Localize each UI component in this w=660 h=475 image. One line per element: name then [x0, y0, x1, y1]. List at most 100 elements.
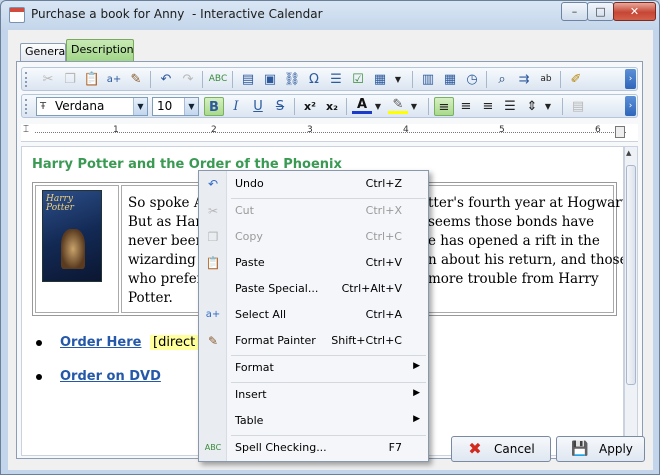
submenu-arrow-icon: ▶ [413, 388, 420, 398]
toolbar-overflow-icon[interactable]: › [625, 96, 636, 116]
subscript-button[interactable]: x₂ [322, 97, 342, 116]
format-painter-icon: ✎ [207, 334, 219, 348]
book-cover-title: Harry Potter [46, 194, 74, 213]
insert-checkbox-icon[interactable]: ☑ [348, 70, 368, 89]
cancel-label: Cancel [494, 442, 535, 456]
bold-button[interactable]: B [204, 97, 224, 116]
order-here-link[interactable]: Order Here [60, 335, 141, 350]
menu-item-paste-special[interactable]: Paste Special... Ctrl+Alt+V [199, 276, 428, 302]
font-name-combo[interactable]: Ŧ Verdana ▼ [36, 97, 148, 116]
menu-item-label: Select All [235, 308, 287, 321]
replace-icon[interactable]: ab [536, 70, 556, 89]
menu-item-undo[interactable]: ↶ Undo Ctrl+Z [199, 171, 428, 197]
underline-button[interactable]: U [248, 97, 268, 116]
ruler-tick: 3 [307, 125, 313, 135]
menu-item-label: Format Painter [235, 334, 316, 347]
scroll-up-icon[interactable]: ▲ [626, 149, 631, 157]
toolbar-overflow-icon[interactable]: › [625, 69, 636, 89]
menu-item-copy[interactable]: ❐ Copy Ctrl+C [199, 224, 428, 250]
menu-item-cut[interactable]: ✂ Cut Ctrl+X [199, 198, 428, 224]
cut-icon[interactable]: ✂ [38, 70, 58, 89]
toolbar-separator [428, 98, 429, 115]
scroll-thumb[interactable] [626, 165, 636, 385]
menu-item-table[interactable]: Table ▶ [199, 408, 428, 434]
menu-item-label: Paste [235, 256, 265, 269]
insert-image-icon[interactable]: ▣ [260, 70, 280, 89]
line-spacing-dropdown-icon[interactable]: ▼ [538, 97, 558, 116]
copy-icon[interactable]: ❐ [60, 70, 80, 89]
tab-general[interactable]: General [20, 43, 68, 61]
font-color-dropdown-icon[interactable]: ▼ [368, 97, 388, 116]
edit-icon[interactable]: ✐ [566, 70, 586, 89]
insert-time-icon[interactable]: ◷ [462, 70, 482, 89]
toolbar-separator [202, 71, 203, 88]
menu-item-shortcut: Ctrl+Z [365, 177, 402, 190]
highlight-dropdown-icon[interactable]: ▼ [404, 97, 424, 116]
menu-item-format[interactable]: Format ▶ [199, 355, 428, 381]
toolbar-grip[interactable] [25, 99, 28, 114]
minimize-button[interactable]: – [561, 2, 588, 21]
menu-item-format-painter[interactable]: ✎ Format Painter Shift+Ctrl+C [199, 328, 428, 354]
superscript-button[interactable]: x² [300, 97, 320, 116]
menu-item-shortcut: Ctrl+Alt+V [341, 282, 402, 295]
format-painter-icon[interactable]: ✎ [126, 70, 146, 89]
menu-item-shortcut: Ctrl+A [365, 308, 402, 321]
ruler-tick: 2 [211, 125, 217, 135]
menu-item-paste[interactable]: 📋 Paste Ctrl+V [199, 250, 428, 276]
menu-item-shortcut: Ctrl+X [365, 204, 402, 217]
toolbar-separator [562, 98, 563, 115]
ruler[interactable]: ⌶ 1 2 3 4 5 6 [21, 124, 638, 142]
paragraph-line-right: more trouble from Harry [428, 271, 599, 287]
insert-list-icon[interactable]: ☰ [326, 70, 346, 89]
menu-item-spell-checking[interactable]: ABC Spell Checking... F7 [199, 435, 428, 461]
book-description-right: tter's fourth year at Hogwarts. seems th… [428, 194, 624, 289]
strikethrough-button[interactable]: S [270, 97, 290, 116]
indent-icon[interactable]: ▤ [568, 97, 588, 116]
toolbar-separator [346, 98, 347, 115]
redo-icon[interactable]: ↷ [178, 70, 198, 89]
book-cover-figure [61, 229, 85, 269]
insert-link-icon[interactable]: ⛓ [282, 70, 302, 89]
paragraph-line-right: n about his return, and those [428, 252, 624, 268]
close-button[interactable]: ✕ [613, 2, 656, 21]
menu-item-label: Table [235, 414, 264, 427]
align-right-icon[interactable]: ≡ [478, 97, 498, 116]
menu-item-shortcut: F7 [388, 441, 402, 454]
editor-scrollbar[interactable]: ▲ ▼ [624, 146, 638, 456]
find-next-icon[interactable]: ⇉ [514, 70, 534, 89]
tab-description[interactable]: Description [66, 39, 134, 62]
italic-button[interactable]: I [226, 97, 246, 116]
toolbar-separator [150, 71, 151, 88]
toolbar-grip[interactable] [25, 72, 28, 87]
menu-item-label: Format [235, 361, 274, 374]
font-size-combo[interactable]: 10 ▼ [152, 97, 199, 116]
insert-calendar-icon[interactable]: ▦ [440, 70, 460, 89]
select-all-icon[interactable]: a+ [104, 70, 124, 89]
undo-icon[interactable]: ↶ [156, 70, 176, 89]
cancel-button[interactable]: ✖ Cancel [451, 436, 551, 462]
chevron-down-icon[interactable]: ▼ [184, 98, 198, 115]
chevron-down-icon[interactable]: ▼ [133, 98, 147, 115]
indent-marker-icon[interactable]: ⌶ [23, 124, 29, 135]
insert-table-icon[interactable]: ▦ [370, 70, 390, 89]
order-dvd-link[interactable]: Order on DVD [60, 369, 161, 384]
table-dropdown-icon[interactable]: ▼ [388, 70, 408, 89]
toolbar-separator [232, 71, 233, 88]
submenu-arrow-icon: ▶ [413, 361, 420, 371]
menu-item-select-all[interactable]: a+ Select All Ctrl+A [199, 302, 428, 328]
spell-check-icon[interactable]: ABC [208, 70, 228, 89]
insert-textbox-icon[interactable]: ▤ [238, 70, 258, 89]
menu-item-insert[interactable]: Insert ▶ [199, 382, 428, 408]
apply-button[interactable]: 💾 Apply [556, 436, 645, 462]
paste-icon[interactable]: 📋 [82, 70, 102, 89]
insert-symbol-icon[interactable]: Ω [304, 70, 324, 89]
insert-date-icon[interactable]: ▥ [418, 70, 438, 89]
title-bar[interactable]: Purchase a book for Anny - Interactive C… [1, 1, 659, 29]
right-margin-marker[interactable] [615, 126, 625, 138]
align-left-icon[interactable]: ≡ [434, 97, 454, 116]
maximize-button[interactable]: □ [587, 2, 614, 21]
align-center-icon[interactable]: ≡ [456, 97, 476, 116]
bullet-icon [36, 374, 42, 380]
align-justify-icon[interactable]: ☰ [500, 97, 520, 116]
find-icon[interactable]: ⌕ [492, 70, 512, 89]
